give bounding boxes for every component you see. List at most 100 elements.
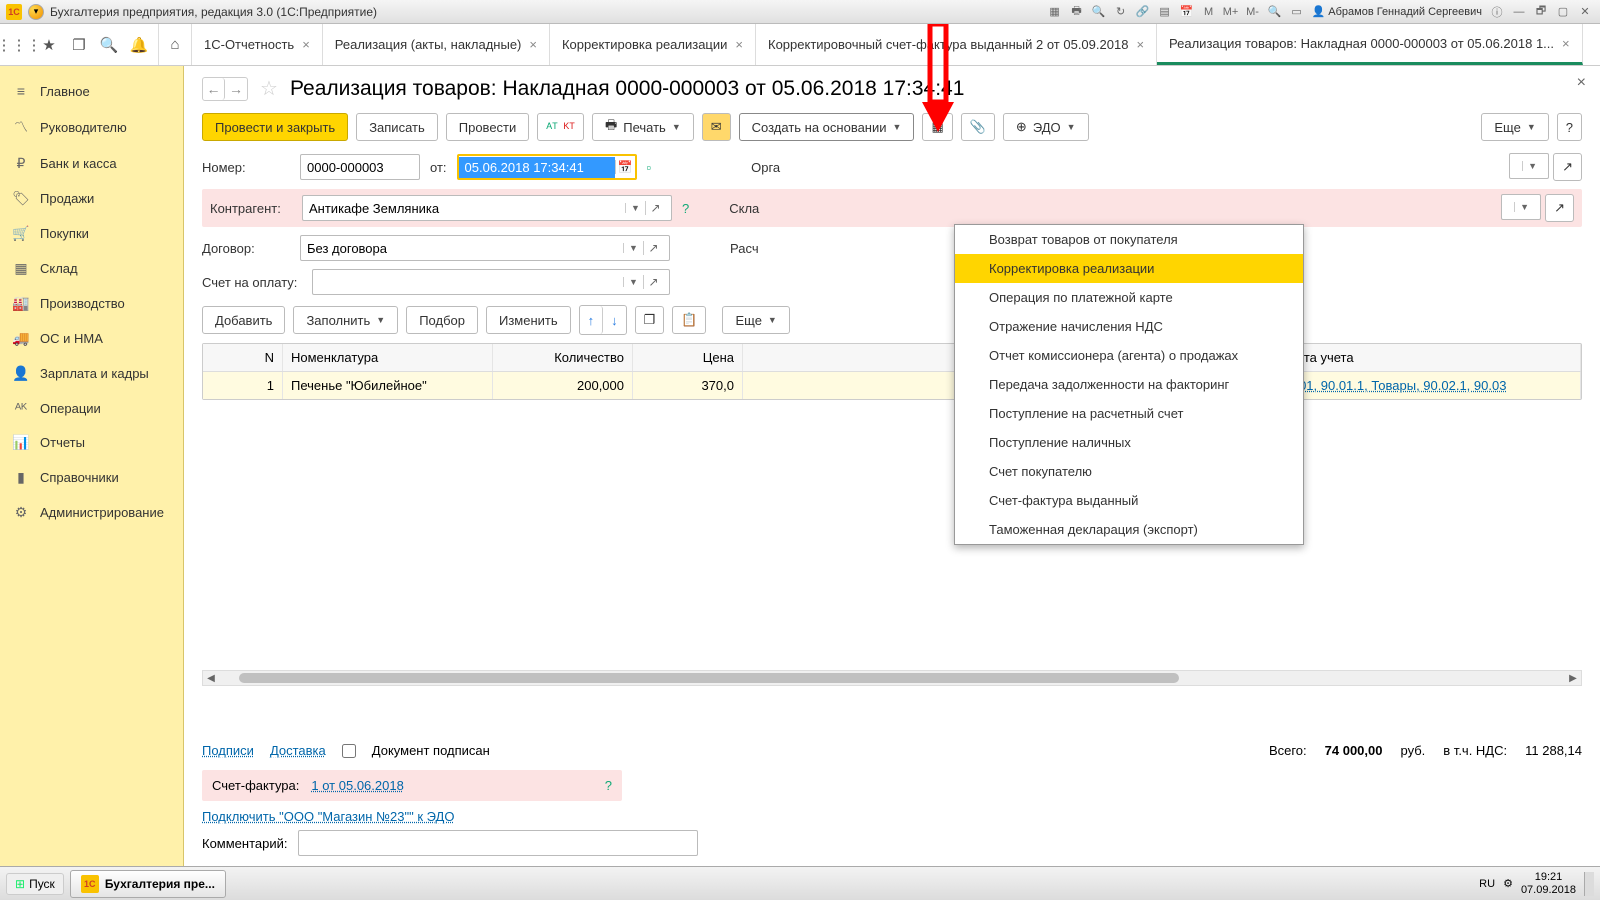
signatures-link[interactable]: Подписи <box>202 743 254 758</box>
contragent-input[interactable]: Антикафе Земляника▼↗ <box>302 195 672 221</box>
menu-item-bank-in[interactable]: Поступление на расчетный счет <box>955 399 1303 428</box>
window-icon[interactable]: ▭ <box>1288 4 1306 20</box>
col-acct[interactable]: Счета учета <box>1273 344 1581 371</box>
tab-correction[interactable]: Корректировка реализации× <box>550 24 756 65</box>
fill-button[interactable]: Заполнить ▼ <box>293 306 398 334</box>
nav-reports[interactable]: 📊Отчеты <box>0 425 183 460</box>
add-button[interactable]: Добавить <box>202 306 285 334</box>
search-icon[interactable]: 🔍 <box>1090 4 1108 20</box>
save-button[interactable]: Записать <box>356 113 438 141</box>
nav-purchases[interactable]: 🛒Покупки <box>0 216 183 251</box>
close-icon[interactable]: × <box>735 37 743 52</box>
menu-item-return[interactable]: Возврат товаров от покупателя <box>955 225 1303 254</box>
bell-icon[interactable]: 🔔 <box>130 36 148 54</box>
star-icon[interactable]: ★ <box>40 36 58 54</box>
clock[interactable]: 19:21 07.09.2018 <box>1521 871 1576 895</box>
m-icon[interactable]: M <box>1200 4 1218 20</box>
show-desktop[interactable] <box>1584 872 1594 896</box>
grid-more-button[interactable]: Еще ▼ <box>722 306 789 334</box>
tab-realization[interactable]: Реализация (акты, накладные)× <box>323 24 550 65</box>
lang-indicator[interactable]: RU <box>1479 878 1495 890</box>
close-icon[interactable]: × <box>302 37 310 52</box>
post-button[interactable]: Провести <box>446 113 530 141</box>
nav-main[interactable]: ≡Главное <box>0 74 183 108</box>
link-icon[interactable]: 🔗 <box>1134 4 1152 20</box>
help-icon[interactable]: ? <box>605 778 612 793</box>
select-button[interactable]: Подбор <box>406 306 478 334</box>
apps-icon[interactable]: ⋮⋮⋮ <box>10 36 28 54</box>
edo-button[interactable]: ⊕ ЭДО ▼ <box>1003 113 1089 141</box>
menu-item-invoice[interactable]: Счет покупателю <box>955 457 1303 486</box>
menu-item-correction[interactable]: Корректировка реализации <box>955 254 1303 283</box>
user-label[interactable]: 👤 Абрамов Геннадий Сергеевич <box>1312 5 1482 18</box>
menu-item-sf[interactable]: Счет-фактура выданный <box>955 486 1303 515</box>
doc-status-icon[interactable]: ▫ <box>647 160 652 175</box>
delivery-link[interactable]: Доставка <box>270 743 326 758</box>
col-n[interactable]: N <box>203 344 283 371</box>
calc-icon[interactable]: ▤ <box>1156 4 1174 20</box>
mail-button[interactable]: ✉ <box>702 113 731 141</box>
change-button[interactable]: Изменить <box>486 306 571 334</box>
close-icon[interactable]: × <box>1136 37 1144 52</box>
attach-button[interactable]: 📎 <box>961 113 995 141</box>
back-button[interactable]: ← <box>203 78 225 100</box>
edo-connect-link[interactable]: Подключить "ООО "Магазин №23"" к ЭДО <box>202 809 454 824</box>
scroll-left-icon[interactable]: ◀ <box>203 673 219 684</box>
nav-sales[interactable]: 🏷Продажи <box>0 181 183 216</box>
more-button[interactable]: Еще ▼ <box>1481 113 1548 141</box>
home-tab[interactable]: ⌂ <box>158 24 192 65</box>
zoom-icon[interactable]: 🔍 <box>1266 4 1284 20</box>
menu-item-vat[interactable]: Отражение начисления НДС <box>955 312 1303 341</box>
col-nom[interactable]: Номенклатура <box>283 344 493 371</box>
scroll-thumb[interactable] <box>239 673 1179 683</box>
minimize-icon[interactable]: — <box>1510 4 1528 20</box>
restore-icon[interactable]: 🗗 <box>1532 4 1550 20</box>
tab-current[interactable]: Реализация товаров: Накладная 0000-00000… <box>1157 24 1583 65</box>
bill-input[interactable]: ▼↗ <box>312 269 670 295</box>
tray-icon[interactable]: ⚙ <box>1503 877 1513 890</box>
m-plus-icon[interactable]: M+ <box>1222 4 1240 20</box>
paste-button[interactable]: 📋 <box>672 306 706 334</box>
sf-link[interactable]: 1 от 05.06.2018 <box>311 778 403 793</box>
help-icon[interactable]: ? <box>682 201 689 216</box>
accounts-link[interactable]: 41.01, 90.01.1, Товары, 90.02.1, 90.03 <box>1281 378 1506 393</box>
create-based-button[interactable]: Создать на основании ▼ <box>739 113 915 141</box>
right-field-1[interactable]: ▼ <box>1509 153 1549 179</box>
comment-input[interactable] <box>298 830 698 856</box>
favorite-icon[interactable]: ☆ <box>260 76 278 101</box>
nav-bank[interactable]: ₽Банк и касса <box>0 146 183 181</box>
menu-item-factoring[interactable]: Передача задолженности на факторинг <box>955 370 1303 399</box>
help-button[interactable]: ? <box>1557 113 1582 141</box>
page-close-icon[interactable]: × <box>1577 74 1586 92</box>
calendar-icon[interactable]: 📅 <box>1178 4 1196 20</box>
menu-item-card-op[interactable]: Операция по платежной карте <box>955 283 1303 312</box>
calendar-icon[interactable]: 📅 <box>615 160 635 174</box>
close-icon[interactable]: × <box>529 37 537 52</box>
contract-input[interactable]: Без договора▼↗ <box>300 235 670 261</box>
right-field-2[interactable]: ▼ <box>1501 194 1541 220</box>
signed-checkbox[interactable] <box>342 744 356 758</box>
tool-icon[interactable]: ▦ <box>1046 4 1064 20</box>
m-minus-icon[interactable]: M- <box>1244 4 1262 20</box>
close-icon[interactable]: ✕ <box>1576 4 1594 20</box>
maximize-icon[interactable]: ▢ <box>1554 4 1572 20</box>
open-button[interactable]: ↗ <box>1545 194 1574 222</box>
post-and-close-button[interactable]: Провести и закрыть <box>202 113 348 141</box>
nav-operations[interactable]: ᴬᴷОперации <box>0 391 183 425</box>
menu-item-agent-report[interactable]: Отчет комиссионера (агента) о продажах <box>955 341 1303 370</box>
nav-salary[interactable]: 👤Зарплата и кадры <box>0 356 183 391</box>
copy-button[interactable]: ❐ <box>635 306 665 334</box>
menu-item-cash-in[interactable]: Поступление наличных <box>955 428 1303 457</box>
start-button[interactable]: ⊞ Пуск <box>6 873 64 895</box>
nav-refs[interactable]: ▮Справочники <box>0 460 183 495</box>
h-scrollbar[interactable]: ◀ ▶ <box>202 670 1582 686</box>
open-button[interactable]: ↗ <box>1553 153 1582 181</box>
close-icon[interactable]: × <box>1562 36 1570 51</box>
col-price[interactable]: Цена <box>633 344 743 371</box>
scroll-right-icon[interactable]: ▶ <box>1565 673 1581 684</box>
structure-button[interactable]: ▦ <box>922 113 952 141</box>
print-button[interactable]: 🖶 Печать ▼ <box>592 113 694 141</box>
refresh-icon[interactable]: ↻ <box>1112 4 1130 20</box>
menu-item-customs[interactable]: Таможенная декларация (экспорт) <box>955 515 1303 544</box>
info-icon[interactable]: ⓘ <box>1488 4 1506 20</box>
